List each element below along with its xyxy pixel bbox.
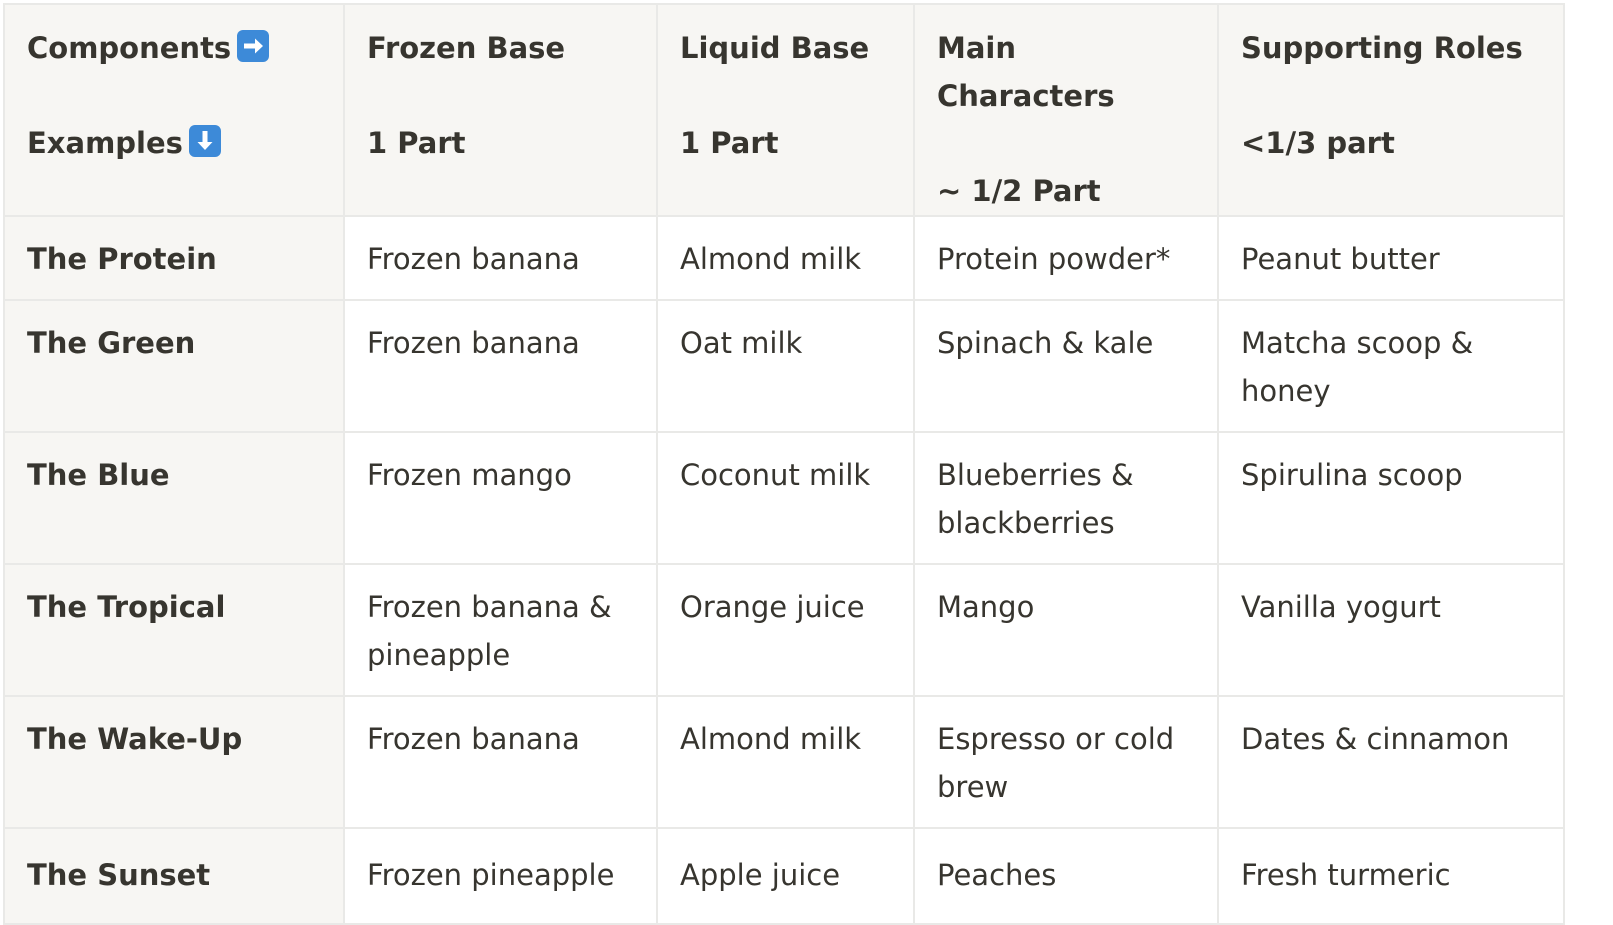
supporting-roles-cell: Dates & cinnamon (1217, 695, 1565, 829)
table-row: The Wake-Up Frozen banana Almond milk Es… (3, 695, 1565, 829)
supporting-roles-cell: Peanut butter (1217, 215, 1565, 301)
row-name-cell: The Green (3, 299, 345, 433)
header-examples-label: Examples (27, 126, 183, 160)
row-name-cell: The Blue (3, 431, 345, 565)
table-row: The Sunset Frozen pineapple Apple juice … (3, 827, 1565, 925)
right-arrow-emoji-icon (237, 30, 270, 62)
header-main-characters-label: Main Characters (937, 31, 1115, 113)
header-liquid-base-ratio: 1 Part (680, 126, 779, 160)
header-cell-main-characters: Main Characters ~ 1/2 Part (913, 3, 1219, 217)
supporting-roles-cell: Fresh turmeric (1217, 827, 1565, 925)
main-characters-cell: Protein powder* (913, 215, 1219, 301)
header-row: Components Examples Frozen Base 1 Part L… (3, 3, 1565, 217)
liquid-base-cell: Almond milk (656, 215, 915, 301)
frozen-base-cell: Frozen mango (343, 431, 658, 565)
liquid-base-cell: Oat milk (656, 299, 915, 433)
main-characters-cell: Espresso or cold brew (913, 695, 1219, 829)
header-liquid-base-label: Liquid Base (680, 31, 870, 65)
row-name-cell: The Wake-Up (3, 695, 345, 829)
liquid-base-cell: Apple juice (656, 827, 915, 925)
liquid-base-cell: Coconut milk (656, 431, 915, 565)
header-components-label: Components (27, 31, 232, 65)
smoothie-recipe-table: Components Examples Frozen Base 1 Part L… (3, 3, 1565, 925)
row-name-cell: The Sunset (3, 827, 345, 925)
main-characters-cell: Mango (913, 563, 1219, 697)
down-arrow-emoji-icon (188, 125, 221, 157)
table-row: The Tropical Frozen banana & pineapple O… (3, 563, 1565, 697)
header-frozen-base-label: Frozen Base (367, 31, 566, 65)
supporting-roles-cell: Matcha scoop & honey (1217, 299, 1565, 433)
header-cell-components: Components Examples (3, 3, 345, 217)
header-supporting-roles-ratio: <1/3 part (1241, 126, 1395, 160)
liquid-base-cell: Orange juice (656, 563, 915, 697)
main-characters-cell: Peaches (913, 827, 1219, 925)
table-row: The Green Frozen banana Oat milk Spinach… (3, 299, 1565, 433)
row-name-cell: The Protein (3, 215, 345, 301)
frozen-base-cell: Frozen banana (343, 299, 658, 433)
header-supporting-roles-label: Supporting Roles (1241, 31, 1523, 65)
header-cell-supporting-roles: Supporting Roles <1/3 part (1217, 3, 1565, 217)
table-row: The Blue Frozen mango Coconut milk Blueb… (3, 431, 1565, 565)
supporting-roles-cell: Vanilla yogurt (1217, 563, 1565, 697)
frozen-base-cell: Frozen pineapple (343, 827, 658, 925)
main-characters-cell: Spinach & kale (913, 299, 1219, 433)
main-characters-cell: Blueberries & blackberries (913, 431, 1219, 565)
table-row: The Protein Frozen banana Almond milk Pr… (3, 215, 1565, 301)
recipe-table-wrapper: Components Examples Frozen Base 1 Part L… (3, 3, 1565, 925)
frozen-base-cell: Frozen banana & pineapple (343, 563, 658, 697)
header-cell-liquid-base: Liquid Base 1 Part (656, 3, 915, 217)
frozen-base-cell: Frozen banana (343, 215, 658, 301)
frozen-base-cell: Frozen banana (343, 695, 658, 829)
row-name-cell: The Tropical (3, 563, 345, 697)
supporting-roles-cell: Spirulina scoop (1217, 431, 1565, 565)
header-frozen-base-ratio: 1 Part (367, 126, 466, 160)
header-cell-frozen-base: Frozen Base 1 Part (343, 3, 658, 217)
header-main-characters-ratio: ~ 1/2 Part (937, 174, 1101, 208)
liquid-base-cell: Almond milk (656, 695, 915, 829)
